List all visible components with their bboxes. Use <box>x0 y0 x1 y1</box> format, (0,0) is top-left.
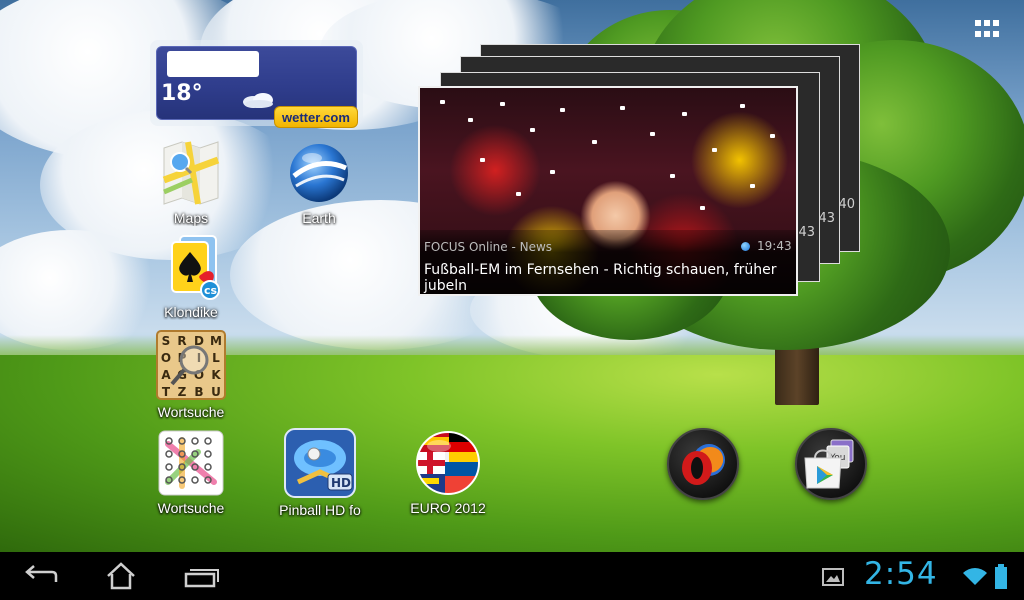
battery-icon[interactable] <box>994 564 1008 590</box>
confetti <box>530 128 535 132</box>
image-icon[interactable] <box>822 568 844 586</box>
svg-text:cs: cs <box>204 284 218 297</box>
cloudy-icon <box>243 93 273 108</box>
grid-letter: S <box>162 334 171 348</box>
news-back-time: 43 <box>818 211 835 226</box>
hd-badge: HD <box>331 476 351 490</box>
grid-letter: L <box>212 351 220 365</box>
grid-dot <box>984 30 990 37</box>
app-earth[interactable]: Earth <box>274 140 364 226</box>
news-source: FOCUS Online - News <box>424 240 553 254</box>
unread-dot-icon <box>741 242 750 251</box>
news-headline[interactable]: Fußball-EM im Fernsehen - Richtig schaue… <box>424 262 792 294</box>
confetti <box>440 100 445 104</box>
confetti <box>550 170 555 174</box>
grid-letter: Z <box>178 385 187 399</box>
grid-letter: K <box>211 368 221 382</box>
recent-apps-button[interactable] <box>178 560 224 592</box>
grid-letter: T <box>162 385 171 399</box>
confetti <box>770 134 775 138</box>
wifi-icon[interactable] <box>962 565 988 587</box>
back-button[interactable] <box>18 560 64 592</box>
news-back-time: 40 <box>838 197 855 212</box>
flag-ball-icon <box>415 430 481 496</box>
confetti <box>560 108 565 112</box>
app-label: Earth <box>302 210 336 226</box>
app-label: Klondike <box>164 304 218 320</box>
grid-dot <box>993 30 999 37</box>
grid-icon[interactable] <box>975 20 1001 38</box>
confetti <box>712 148 717 152</box>
location-redaction <box>167 51 259 77</box>
news-widget[interactable]: 40 43 43 FOCUS Online - News 19:43 Fußba… <box>418 42 863 298</box>
grid-letter: O <box>161 351 171 365</box>
clock[interactable]: 2:54 <box>864 556 938 592</box>
confetti <box>480 158 485 162</box>
temperature: 18° <box>161 81 203 106</box>
app-label: EURO 2012 <box>410 500 486 516</box>
confetti <box>592 140 597 144</box>
word-search-dots-icon <box>158 430 224 496</box>
grid-dot <box>993 20 999 26</box>
confetti <box>500 102 505 106</box>
confetti <box>740 104 745 108</box>
grid-letter: M <box>210 334 222 348</box>
confetti <box>700 206 705 210</box>
app-wortsuche-grid[interactable]: S R D M O P I L A G O K T Z B U Wortsuch… <box>146 330 236 420</box>
google-earth-icon <box>286 140 352 206</box>
confetti <box>670 174 675 178</box>
grid-letter: A <box>161 368 171 382</box>
recent-apps-icon <box>184 569 219 588</box>
home-button[interactable] <box>98 560 144 592</box>
grid-letter: B <box>194 385 203 399</box>
app-maps[interactable]: Maps <box>146 140 236 226</box>
app-label: Pinball HD fo <box>279 502 361 518</box>
app-klondike[interactable]: cs Klondike <box>146 234 236 320</box>
app-wortsuche-dots[interactable]: Wortsuche <box>146 430 236 516</box>
grid-letter: R <box>177 334 186 348</box>
news-back-time: 43 <box>798 225 815 240</box>
weather-widget[interactable]: 18° wetter.com <box>150 40 365 128</box>
maps-icon <box>158 140 224 206</box>
dock-opera[interactable] <box>667 428 739 500</box>
system-bar: 2:54 <box>0 552 1024 600</box>
grid-dot <box>984 20 990 26</box>
confetti <box>682 112 687 116</box>
app-label: Maps <box>173 210 209 226</box>
opera-browser-icon <box>682 444 725 485</box>
word-search-grid-icon: S R D M O P I L A G O K T Z B U <box>156 330 226 400</box>
news-card[interactable]: FOCUS Online - News 19:43 Fußball-EM im … <box>418 86 798 296</box>
dock-store-folder[interactable]: You <box>795 428 867 500</box>
confetti <box>516 192 521 196</box>
grid-dot <box>975 30 981 37</box>
spade-card-icon: cs <box>158 234 224 300</box>
confetti <box>650 132 655 136</box>
back-icon <box>25 565 58 582</box>
pinball-icon: HD <box>284 428 356 498</box>
app-euro-2012[interactable]: EURO 2012 <box>403 430 493 516</box>
grid-letter: U <box>211 385 221 399</box>
app-pinball-hd[interactable]: HD Pinball HD fo <box>275 428 365 518</box>
home-icon <box>107 562 135 590</box>
confetti <box>750 184 755 188</box>
app-label: Wortsuche <box>157 404 225 420</box>
confetti <box>620 106 625 110</box>
grid-dot <box>975 20 981 26</box>
news-time: 19:43 <box>757 239 792 253</box>
wetter-com-logo[interactable]: wetter.com <box>274 106 358 128</box>
confetti <box>468 118 473 122</box>
app-label: Wortsuche <box>157 500 225 516</box>
play-store-folder-icon: You <box>804 439 854 489</box>
